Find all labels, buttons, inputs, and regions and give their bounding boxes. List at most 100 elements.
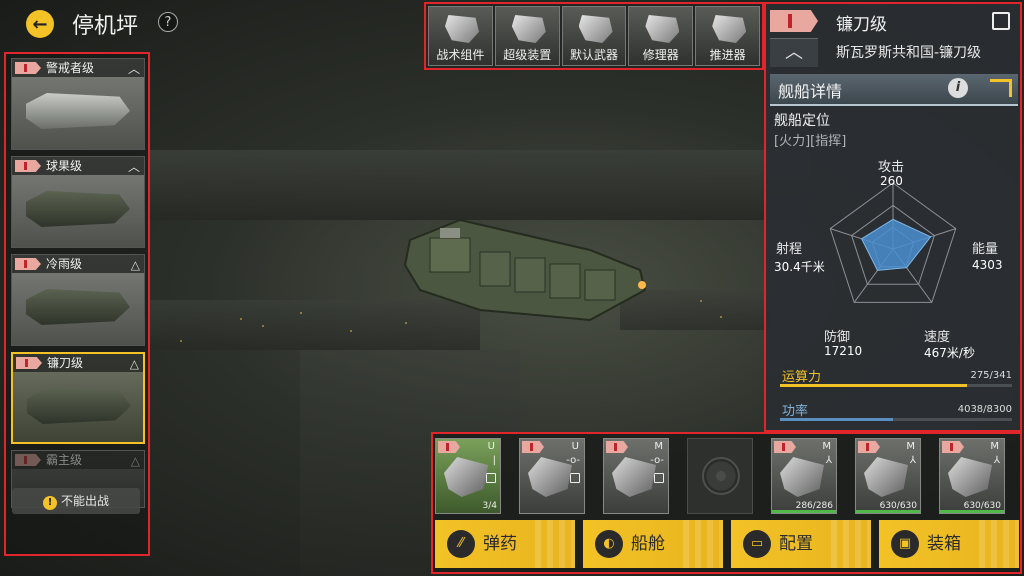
- module-slot[interactable]: M ⅄ 630/630: [939, 438, 1005, 514]
- ship-thumbnail: [26, 191, 130, 227]
- ship-card[interactable]: 冷雨级 △: [11, 254, 145, 346]
- button-pattern: [979, 520, 1019, 568]
- config-icon: ▭: [743, 530, 771, 558]
- ship-card-selected[interactable]: 镰刀级 △: [11, 352, 145, 444]
- ship-thumbnail: [26, 93, 130, 129]
- module-icon: [444, 457, 488, 497]
- stat-energy-label: 能量: [972, 242, 999, 257]
- main-ship-model[interactable]: [390, 210, 660, 330]
- tier-badge: [16, 357, 42, 369]
- module-health-bar: [940, 510, 1004, 513]
- module-bar: U | 3/4 U -o- M -o- M ⅄ 286/286 M ⅄ 630/…: [431, 432, 1022, 574]
- module-slot[interactable]: U -o-: [519, 438, 585, 514]
- background-light: [240, 318, 242, 320]
- stat-speed-label: 速度: [924, 330, 951, 345]
- module-slot[interactable]: M ⅄ 630/630: [855, 438, 921, 514]
- power-label: 功率: [782, 404, 809, 419]
- packing-label: 装箱: [927, 534, 961, 554]
- slot-type: M: [990, 441, 999, 452]
- button-pattern: [831, 520, 871, 568]
- stat-defense-value: 17210: [824, 344, 863, 358]
- lock-icon: [654, 473, 664, 483]
- tab-repairer[interactable]: 修理器: [628, 6, 694, 66]
- ship-card[interactable]: 警戒者级 ︿: [11, 58, 145, 150]
- ship-card-header: 球果级 ︿: [12, 157, 144, 175]
- ammo-icon: ⁄⁄: [447, 530, 475, 558]
- rank-up-icon[interactable]: △: [131, 256, 140, 274]
- ship-info-panel: 镰刀级 ︿ 斯瓦罗斯共和国-镰刀级 舰船详情 i 舰船定位 [火力][指挥] 攻…: [764, 2, 1022, 432]
- background-light: [350, 330, 352, 332]
- ship-faction: 斯瓦罗斯共和国-镰刀级: [836, 45, 982, 61]
- button-pattern: [535, 520, 575, 568]
- ship-card-header: 冷雨级 △: [12, 255, 144, 273]
- compute-bar-fill: [780, 384, 967, 387]
- module-slot-empty[interactable]: [687, 438, 753, 514]
- tab-default-weapon[interactable]: 默认武器: [561, 6, 627, 66]
- cabin-button[interactable]: ◐ 船舱: [583, 520, 723, 568]
- ship-thumbnail: [27, 388, 131, 424]
- ship-name: 冷雨级: [46, 257, 83, 271]
- edit-icon[interactable]: [992, 12, 1010, 30]
- background-light: [720, 316, 722, 318]
- compute-label: 运算力: [782, 370, 822, 385]
- rank-up-icon[interactable]: △: [130, 355, 139, 373]
- stat-attack-label: 攻击: [878, 160, 905, 175]
- module-slot[interactable]: U | 3/4: [435, 438, 501, 514]
- rank-up-icon: △: [130, 454, 140, 468]
- ship-name: 警戒者级: [46, 61, 95, 75]
- tab-tactical-component[interactable]: 战术组件: [428, 6, 493, 66]
- ship-card-header: 镰刀级 △: [13, 354, 143, 372]
- compute-value: 275/341: [970, 370, 1012, 381]
- module-icon: [864, 457, 908, 497]
- stat-speed-value: 467米/秒: [924, 346, 975, 360]
- tier-badge: [15, 258, 41, 270]
- packing-button[interactable]: ▣ 装箱: [879, 520, 1019, 568]
- slot-type: M: [906, 441, 915, 452]
- ship-name: 镰刀级: [47, 356, 84, 370]
- tier-badge: [438, 441, 460, 453]
- button-pattern: [683, 520, 723, 568]
- compute-bar: [780, 384, 1012, 387]
- empty-slot-icon: [702, 457, 740, 495]
- ship-detail-title: 舰船详情: [778, 82, 843, 101]
- chevron-up-icon[interactable]: ︿: [128, 158, 140, 176]
- ship-card-header: 警戒者级 ︿: [12, 59, 144, 77]
- config-button[interactable]: ▭ 配置: [731, 520, 871, 568]
- tier-badge: [606, 441, 628, 453]
- ship-card[interactable]: 球果级 ︿: [11, 156, 145, 248]
- cannot-deploy-badge: ! 不能出战: [12, 488, 140, 514]
- power-bar-fill: [780, 418, 893, 421]
- chevron-up-icon[interactable]: ︿: [128, 60, 140, 78]
- tab-thruster[interactable]: 推进器: [695, 6, 760, 66]
- config-label: 配置: [779, 534, 813, 554]
- slot-type: M: [654, 441, 663, 452]
- tier-badge: [774, 441, 796, 453]
- tab-label: 超级装置: [503, 48, 552, 62]
- ship-card-header: 霸主级 △: [12, 451, 144, 469]
- ship-list: 警戒者级 ︿ 球果级 ︿ 冷雨级 △ 镰刀级 △ 霸主级 △ ! 不能出战: [4, 52, 150, 556]
- tab-super-device[interactable]: 超级装置: [494, 6, 560, 66]
- back-button[interactable]: ←: [26, 10, 54, 38]
- stat-energy-value: 4303: [972, 258, 1003, 272]
- help-button[interactable]: ?: [158, 12, 178, 32]
- radar-value-area: [860, 218, 932, 271]
- ammo-button[interactable]: ⁄⁄ 弹药: [435, 520, 575, 568]
- expand-icon[interactable]: [990, 79, 1012, 97]
- background-light: [262, 325, 264, 327]
- ammo-label: 弹药: [483, 534, 517, 554]
- cabin-icon: ◐: [595, 530, 623, 558]
- tier-badge: [942, 441, 964, 453]
- module-health-bar: [856, 510, 920, 513]
- ship-detail-header[interactable]: 舰船详情 i: [770, 74, 1018, 106]
- cabin-label: 船舱: [631, 534, 665, 554]
- slot-mark: |: [492, 455, 496, 466]
- module-icon: [780, 457, 824, 497]
- module-slot[interactable]: M ⅄ 286/286: [771, 438, 837, 514]
- default-weapon-icon: [578, 15, 613, 43]
- module-slot[interactable]: M -o-: [603, 438, 669, 514]
- tier-badge: [770, 10, 818, 32]
- ship-position-title: 舰船定位: [774, 113, 830, 129]
- info-icon[interactable]: i: [948, 78, 968, 98]
- tactical-component-icon: [445, 15, 479, 43]
- rank-up-icon[interactable]: ︿: [770, 38, 818, 67]
